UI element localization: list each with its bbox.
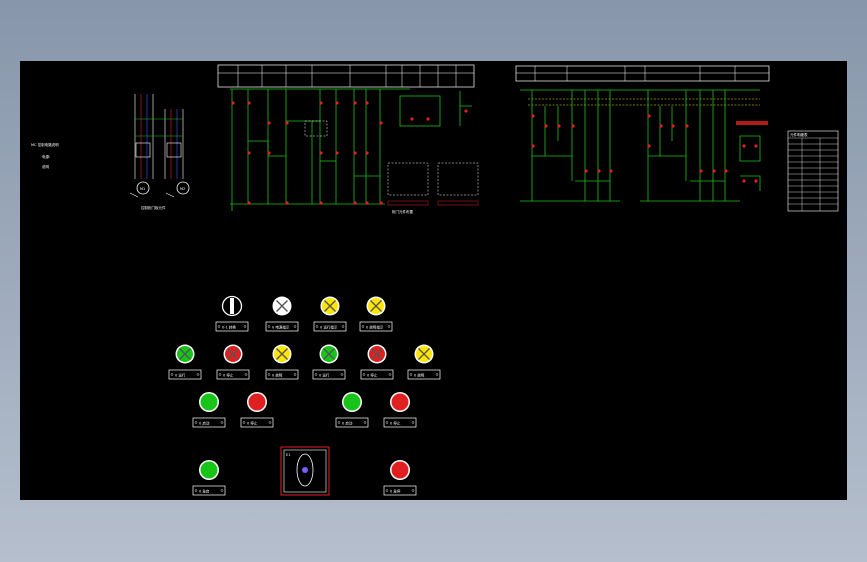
label-plate: 0 运行指示 xyxy=(313,321,347,332)
component-table[interactable]: 元件明细表 xyxy=(787,130,839,212)
indicator-lamp[interactable] xyxy=(223,344,243,364)
label-plate: 0 急停 xyxy=(383,485,417,496)
indicator-lamp[interactable] xyxy=(367,344,387,364)
label-plate: 0 停止 xyxy=(240,417,274,428)
label-plate-text: 0 电源指示 xyxy=(272,325,290,330)
indicator-lamp[interactable] xyxy=(272,344,292,364)
selector-switch[interactable] xyxy=(221,295,243,317)
label-plate-text: 0 启动 xyxy=(199,421,210,426)
control-circuit-center xyxy=(217,64,479,211)
emergency-selector-box[interactable]: E1 xyxy=(280,446,330,496)
controls-caption: 控制柜门板元件 xyxy=(141,205,166,210)
indicator-lamp[interactable] xyxy=(272,296,292,316)
motor-circuit-group xyxy=(129,94,184,198)
push-button[interactable] xyxy=(390,460,410,480)
label-plate-text: 0 运行 xyxy=(319,373,330,378)
label-plate: 0 故障 xyxy=(265,369,299,380)
label-plate-text: 0 停止 xyxy=(223,373,234,378)
label-plate: 0 故障指示 xyxy=(359,321,393,332)
label-plate: 0-1 转换 xyxy=(215,321,249,332)
indicator-lamp[interactable] xyxy=(319,344,339,364)
label-plate-text: 0 运行指示 xyxy=(320,325,338,330)
left-note-desc: 说明 xyxy=(42,164,49,169)
push-button[interactable] xyxy=(342,392,362,412)
label-plate-text: 0 运行 xyxy=(175,373,186,378)
label-plate-text: 0 停止 xyxy=(247,421,258,426)
label-plate: 0 停止 xyxy=(360,369,394,380)
left-note-power: 电源: xyxy=(42,154,50,159)
indicator-row-1: 0-1 转换 0 电源指示 0 运行指示 0 故障指示 xyxy=(215,295,393,332)
label-plate: 0 运行 xyxy=(168,369,202,380)
label-plate-text: 0-1 转换 xyxy=(222,325,236,330)
button-row: 0 启动 0 停止 0 启动 0 停止 xyxy=(192,392,417,428)
component-table-title: 元件明细表 xyxy=(790,132,808,137)
indicator-lamp[interactable] xyxy=(366,296,386,316)
label-plate-text: 0 故障 xyxy=(272,373,283,378)
label-plate-text: 0 停止 xyxy=(367,373,378,378)
push-button[interactable] xyxy=(390,392,410,412)
label-plate: 0 停止 xyxy=(216,369,250,380)
label-plate: 0 急启 xyxy=(192,485,226,496)
label-plate-text: 0 故障指示 xyxy=(366,325,384,330)
push-button[interactable] xyxy=(199,460,219,480)
label-plate: 0 启动 xyxy=(335,417,369,428)
emergency-box-label: E1 xyxy=(286,453,290,457)
label-plate: 0 停止 xyxy=(383,417,417,428)
label-plate: 0 启动 xyxy=(192,417,226,428)
push-button[interactable] xyxy=(247,392,267,412)
motor-m2-label: M2 xyxy=(180,187,185,191)
label-plate-text: 0 停止 xyxy=(390,421,401,426)
label-plate-text: 0 急停 xyxy=(390,489,401,494)
label-plate: 0 运行 xyxy=(312,369,346,380)
push-button[interactable] xyxy=(199,392,219,412)
indicator-lamp[interactable] xyxy=(320,296,340,316)
label-plate: 0 电源指示 xyxy=(265,321,299,332)
label-plate: 0 故障 xyxy=(407,369,441,380)
control-circuit-right xyxy=(515,65,770,202)
cad-drawing-viewport[interactable]: M1 M2 MC 控制电路说明 电源: 说明 元件明细表 柜门元件布置 控制柜门… xyxy=(20,61,847,500)
indicator-lamp[interactable] xyxy=(414,344,434,364)
indicator-row-2: 0 运行 0 停止 0 故障 0 运行 0 停止 0 故障 xyxy=(168,344,441,380)
left-note-title: MC 控制电路说明 xyxy=(31,142,59,147)
indicator-lamp[interactable] xyxy=(175,344,195,364)
label-plate-text: 0 故障 xyxy=(414,373,425,378)
label-plate-text: 0 启动 xyxy=(342,421,353,426)
motor-m1-label: M1 xyxy=(140,187,145,191)
panel-caption: 柜门元件布置 xyxy=(392,209,413,214)
label-plate-text: 0 急启 xyxy=(199,489,210,494)
cad-drawing-canvas[interactable]: M1 M2 MC 控制电路说明 电源: 说明 元件明细表 柜门元件布置 控制柜门… xyxy=(20,61,847,500)
